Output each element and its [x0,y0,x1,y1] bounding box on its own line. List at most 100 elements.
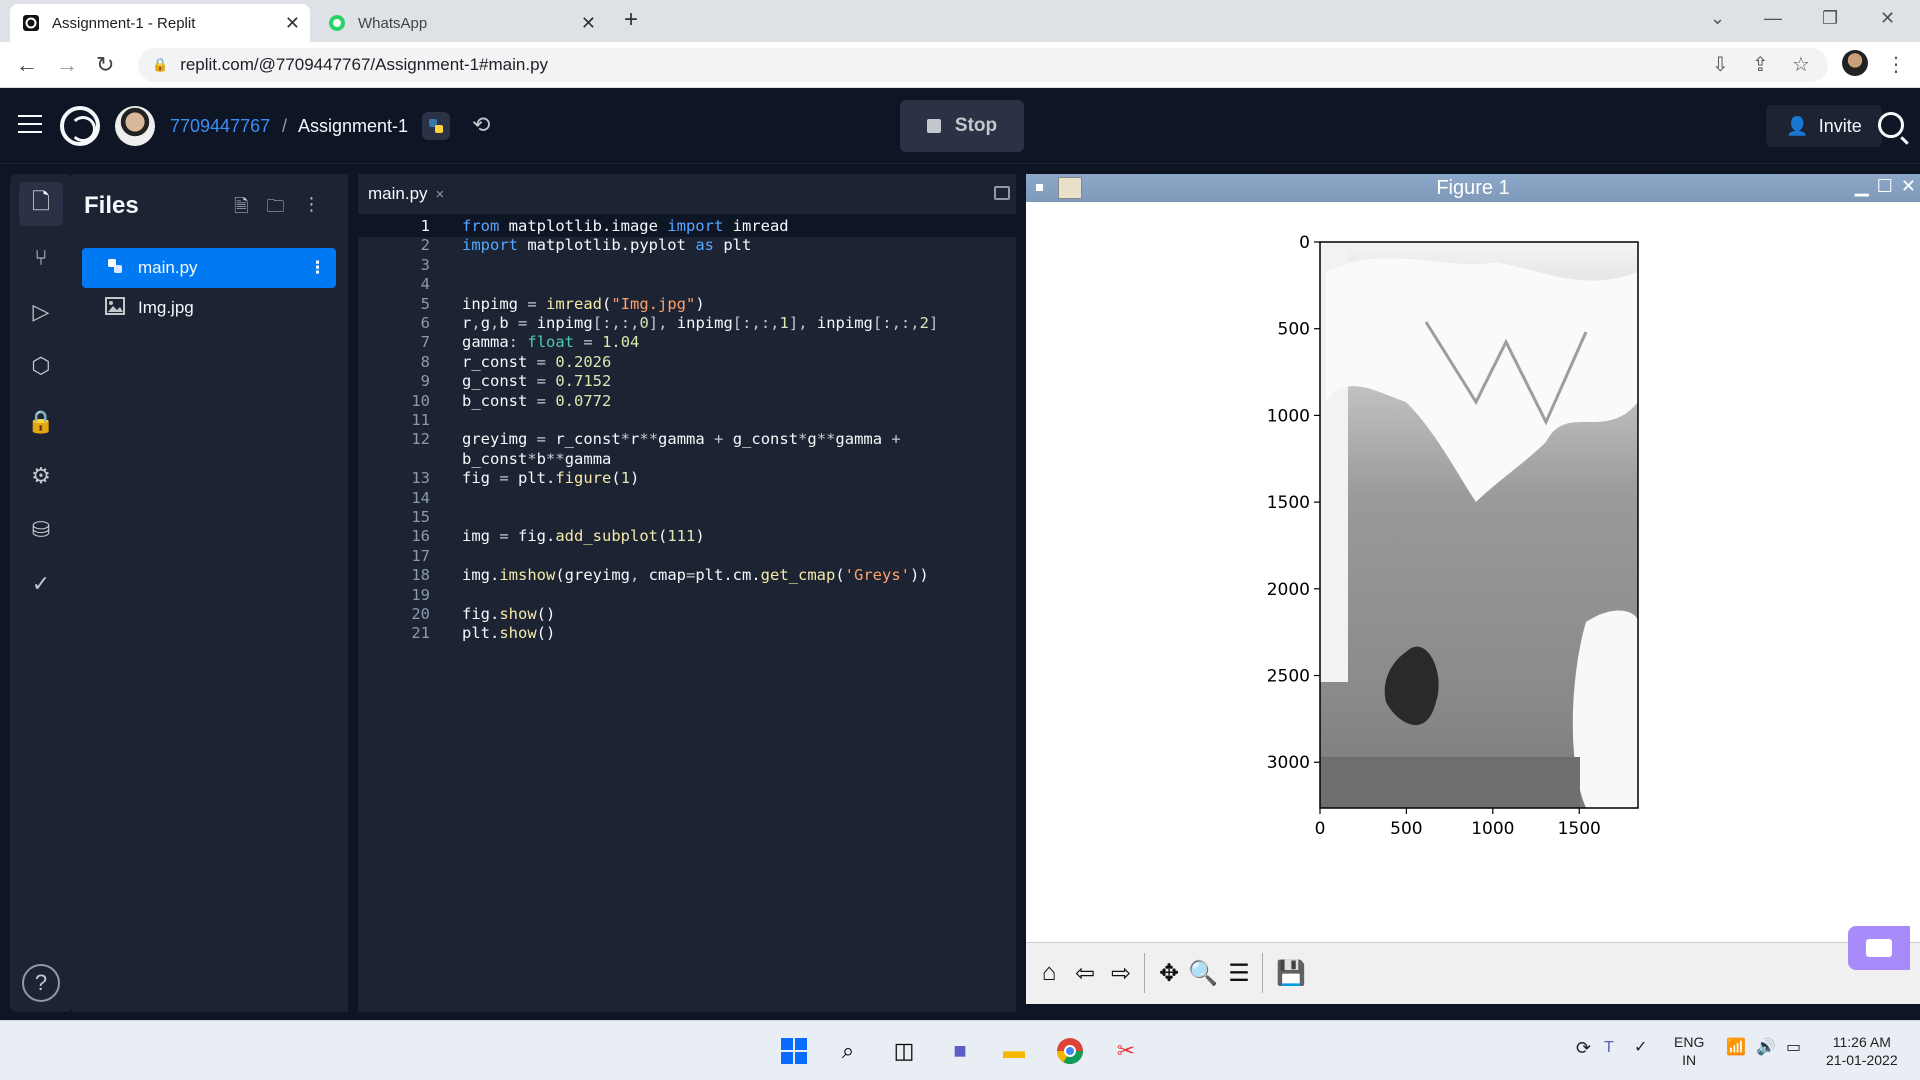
user-avatar[interactable] [115,106,155,146]
y-tick-label: 1000 [1267,406,1310,426]
teams-tray-icon[interactable]: T [1604,1039,1614,1057]
forward-icon[interactable]: ⇨ [1104,955,1138,991]
python-language-icon[interactable] [422,112,450,140]
language-indicator[interactable]: ENG IN [1674,1033,1704,1069]
figure-title-bar[interactable]: Figure 1 ▁ ☐ ✕ [1026,174,1920,202]
back-arrow-icon[interactable]: ← [16,52,38,78]
back-icon[interactable]: ⇦ [1068,955,1102,991]
bookmark-star-icon[interactable]: ☆ [1792,52,1810,77]
minimize-icon[interactable]: — [1764,8,1782,29]
home-icon[interactable]: ⌂ [1032,955,1066,991]
code-line: greyimg = r_const*r**gamma + g_const*g**… [462,430,901,449]
tool-rail: 🗋 ⑂ ▷ ⬡ 🔒 ⚙ ⛁ ✓ ? [10,174,72,1012]
owner-link[interactable]: 7709447767 [170,116,270,137]
file-item-main-py[interactable]: main.py ⋮ [82,248,336,288]
browser-tab-whatsapp[interactable]: WhatsApp ✕ [316,4,606,42]
file-item-img-jpg[interactable]: Img.jpg [82,288,336,328]
settings-gear-icon[interactable]: ⚙ [19,454,63,498]
chat-button[interactable] [1848,926,1910,970]
hamburger-menu-icon[interactable] [18,115,42,139]
files-title: Files [84,192,139,219]
files-tool-icon[interactable]: 🗋 [19,182,63,226]
profile-avatar[interactable] [1842,50,1868,76]
search-icon[interactable] [1878,112,1904,138]
close-tab-icon[interactable]: ✕ [581,13,596,34]
file-explorer-icon[interactable]: ▬ [998,1035,1030,1067]
battery-icon[interactable]: ▭ [1786,1039,1801,1057]
tab-search-icon[interactable]: ⌄ [1710,8,1725,29]
task-view-icon[interactable]: ◫ [888,1035,920,1067]
python-icon [104,257,126,280]
line-number: 15 [411,508,430,526]
code-line: from matplotlib.image import imread [462,217,789,235]
stop-button[interactable]: Stop [900,100,1024,152]
maximize-icon[interactable]: ☐ [1877,176,1893,197]
plot-area[interactable]: 0 500 1000 1500 2000 2500 3000 0 500 1000 1500 [1026,202,1920,942]
x-tick-label: 500 [1390,819,1422,839]
unit-tests-check-icon[interactable]: ✓ [19,562,63,606]
new-file-icon[interactable]: 🗎 [234,194,248,224]
files-menu-icon[interactable]: ⋮ [302,194,320,224]
editor-layout-icon[interactable] [994,186,1010,200]
new-tab-button[interactable]: + [624,6,638,34]
editor-tab-main-py[interactable]: main.py × [368,184,444,204]
wifi-icon[interactable]: 📶 [1726,1039,1746,1057]
zoom-icon[interactable]: 🔍 [1186,955,1220,991]
snipping-tool-icon[interactable]: ✂ [1110,1035,1142,1067]
browser-tab-title: Assignment-1 - Replit [52,14,196,32]
search-icon[interactable]: ⌕ [832,1035,864,1067]
packages-icon[interactable]: ⬡ [19,344,63,388]
pan-icon[interactable]: ✥ [1152,955,1186,991]
close-window-icon[interactable]: ✕ [1880,8,1895,29]
minimize-icon[interactable]: ▁ [1855,176,1869,197]
clock[interactable]: 11:26 AM 21-01-2022 [1826,1033,1898,1069]
line-number: 4 [420,275,430,294]
debugger-icon[interactable]: ▷ [19,290,63,334]
code-line: b_const*b**gamma [462,449,612,468]
forward-arrow-icon[interactable]: → [56,52,78,78]
repl-name[interactable]: Assignment-1 [298,116,408,137]
browser-tab-replit[interactable]: Assignment-1 - Replit ✕ [10,4,310,42]
stop-label: Stop [954,115,998,136]
address-bar-row: ← → ↻ 🔒 replit.com/@7709447767/Assignmen… [0,42,1920,88]
reload-icon[interactable]: ↻ [96,52,114,78]
line-number: 2 [420,236,430,255]
replit-logo[interactable] [60,106,100,146]
stop-icon [926,119,941,133]
secrets-lock-icon[interactable]: 🔒 [19,400,63,444]
database-icon[interactable]: ⛁ [19,508,63,552]
share-icon[interactable]: ⇪ [1752,52,1769,77]
y-tick-label: 1500 [1267,493,1310,513]
configure-subplots-icon[interactable]: ☰ [1222,955,1256,991]
url-input[interactable]: 🔒 replit.com/@7709447767/Assignment-1#ma… [138,48,1828,82]
file-menu-icon[interactable]: ⋮ [309,258,326,278]
restore-icon[interactable]: ❐ [1822,8,1838,29]
file-name: Img.jpg [138,298,194,317]
install-app-icon[interactable]: ⇩ [1712,52,1729,77]
chrome-icon[interactable] [1054,1035,1086,1067]
sync-icon[interactable]: ⟳ [1576,1039,1591,1057]
time: 11:26 AM [1832,1034,1891,1050]
history-icon[interactable]: ⟲ [472,112,490,138]
line-number: 14 [411,488,430,507]
save-icon[interactable]: 💾 [1274,955,1308,991]
windows-taskbar: ⌕ ◫ ■ ▬ ✂ ⟳ T ✓ ENG IN 📶 🔊 ▭ 11:26 AM 21… [0,1020,1920,1080]
close-editor-tab-icon[interactable]: × [436,186,445,203]
figure-toolbar: ⌂ ⇦ ⇨ ✥ 🔍 ☰ 💾 [1026,942,1920,1004]
close-tab-icon[interactable]: ✕ [285,13,300,34]
window-menu-icon[interactable] [1036,184,1043,191]
teams-chat-icon[interactable]: ■ [944,1035,976,1067]
windows-start-icon[interactable] [778,1035,810,1067]
help-icon[interactable]: ? [22,964,60,1002]
line-number: 12 [411,430,430,449]
tray-check-icon[interactable]: ✓ [1634,1039,1647,1057]
code-editor[interactable]: main.py × 1 from matplotlib.image import i… [358,174,1016,1012]
browser-menu-icon[interactable]: ⋮ [1886,52,1906,77]
version-control-icon[interactable]: ⑂ [19,236,63,280]
matplotlib-figure-window: Figure 1 ▁ ☐ ✕ 0 500 1000 1500 2000 2500… [1026,174,1920,1004]
close-icon[interactable]: ✕ [1901,176,1916,197]
volume-icon[interactable]: 🔊 [1756,1039,1776,1057]
image-heatmap [1320,242,1638,808]
new-folder-icon[interactable]: 🗀 [266,194,284,224]
invite-button[interactable]: 👤 Invite [1766,105,1882,147]
